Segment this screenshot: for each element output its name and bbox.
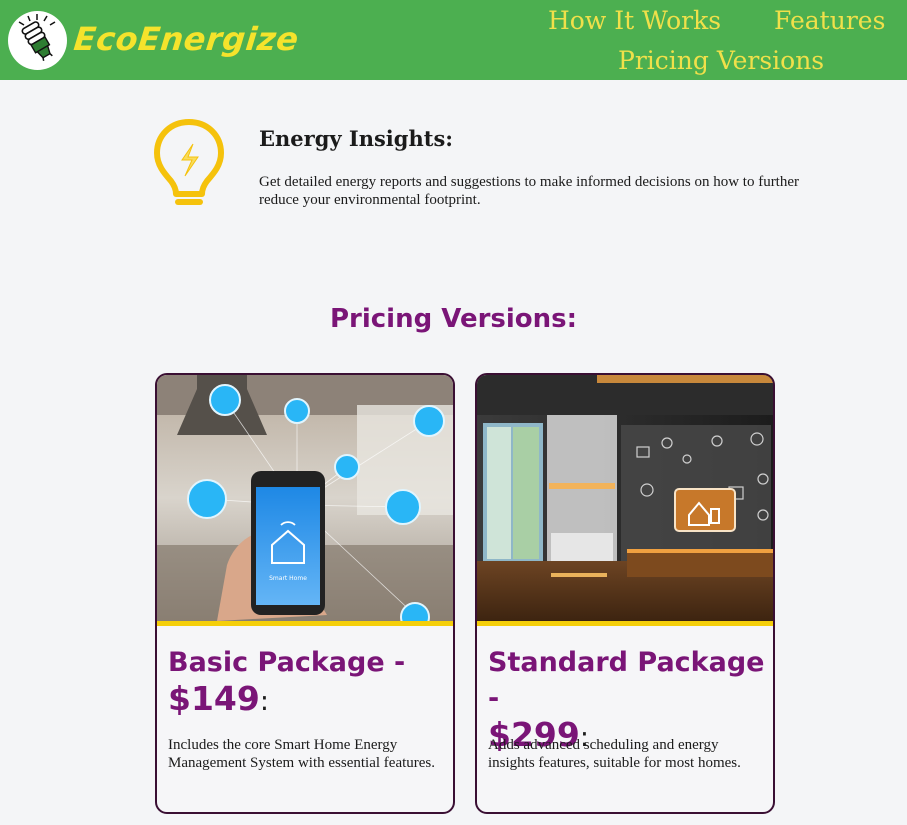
- insight-title: Energy Insights:: [259, 126, 454, 151]
- insight-description: Get detailed energy reports and suggesti…: [259, 174, 800, 208]
- card-stripe: [157, 621, 453, 626]
- card-name: Standard Package -: [488, 647, 765, 714]
- site-header: EcoEnergize How It Works Features Pricin…: [0, 0, 907, 80]
- card-name: Basic Package -: [168, 647, 406, 678]
- card-stripe: [477, 621, 773, 626]
- pricing-card-basic[interactable]: Smart Home Basic Package - $149: Include…: [155, 373, 455, 814]
- logo-text[interactable]: EcoEnergize: [72, 20, 301, 58]
- smart-home-phone-image: Smart Home: [157, 375, 453, 621]
- nav-features[interactable]: Features: [774, 6, 885, 35]
- nav-pricing-versions[interactable]: Pricing Versions: [618, 46, 824, 75]
- card-description: Includes the core Smart Home Energy Mana…: [168, 737, 436, 771]
- image-caption: Smart Home: [269, 575, 307, 582]
- pricing-card-standard[interactable]: Standard Package - $299: Adds advanced s…: [475, 373, 775, 814]
- smart-kitchen-image: [477, 375, 773, 621]
- pricing-heading: Pricing Versions:: [329, 304, 578, 334]
- logo-icon[interactable]: [8, 11, 67, 70]
- card-description: Adds advanced scheduling and energy insi…: [488, 737, 741, 771]
- lightbulb-icon: [152, 118, 226, 216]
- card-price: $149: [168, 679, 260, 718]
- card-title-basic: Basic Package - $149:: [168, 645, 450, 720]
- nav-how-it-works[interactable]: How It Works: [548, 6, 721, 35]
- card-colon: :: [259, 686, 269, 717]
